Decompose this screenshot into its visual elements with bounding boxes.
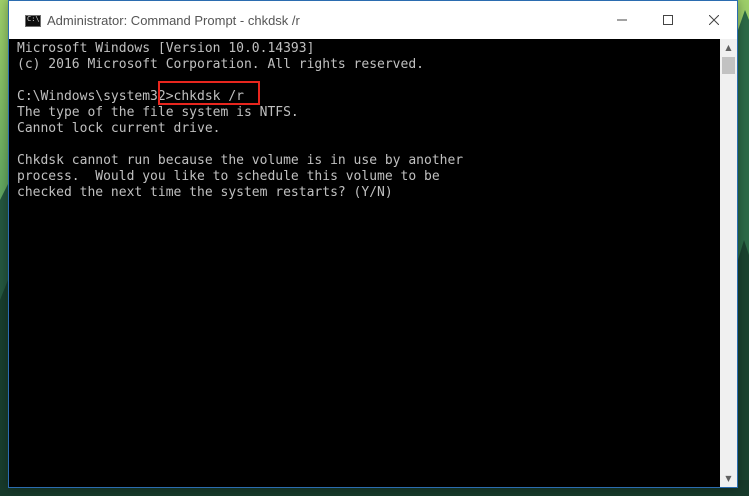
command-prompt-icon-label: C:\ — [27, 15, 40, 23]
chevron-down-icon: ▼ — [725, 474, 732, 483]
console-line: Microsoft Windows [Version 10.0.14393] — [17, 41, 315, 56]
scroll-thumb[interactable] — [722, 57, 735, 74]
chevron-up-icon: ▲ — [725, 43, 732, 52]
console-line: Cannot lock current drive. — [17, 121, 221, 136]
maximize-icon — [663, 15, 673, 25]
console-line: The type of the file system is NTFS. — [17, 105, 299, 120]
close-button[interactable] — [691, 1, 737, 39]
console-output[interactable]: Microsoft Windows [Version 10.0.14393] (… — [9, 39, 720, 487]
title-bar[interactable]: C:\ Administrator: Command Prompt - chkd… — [9, 1, 737, 39]
console-line: Chkdsk cannot run because the volume is … — [17, 153, 464, 168]
scroll-down-button[interactable]: ▼ — [720, 470, 737, 487]
minimize-button[interactable] — [599, 1, 645, 39]
maximize-button[interactable] — [645, 1, 691, 39]
scroll-up-button[interactable]: ▲ — [720, 39, 737, 56]
command-prompt-icon[interactable]: C:\ — [25, 15, 41, 27]
vertical-scrollbar[interactable]: ▲ ▼ — [720, 39, 737, 487]
console-line: (c) 2016 Microsoft Corporation. All righ… — [17, 57, 424, 72]
command-prompt-window: C:\ Administrator: Command Prompt - chkd… — [8, 0, 738, 488]
window-title: Administrator: Command Prompt - chkdsk /… — [47, 13, 300, 28]
console-prompt-question: checked the next time the system restart… — [17, 185, 393, 200]
command-highlight-box — [158, 81, 260, 105]
minimize-icon — [617, 19, 627, 21]
console-line: process. Would you like to schedule this… — [17, 169, 440, 184]
close-icon — [709, 15, 719, 25]
